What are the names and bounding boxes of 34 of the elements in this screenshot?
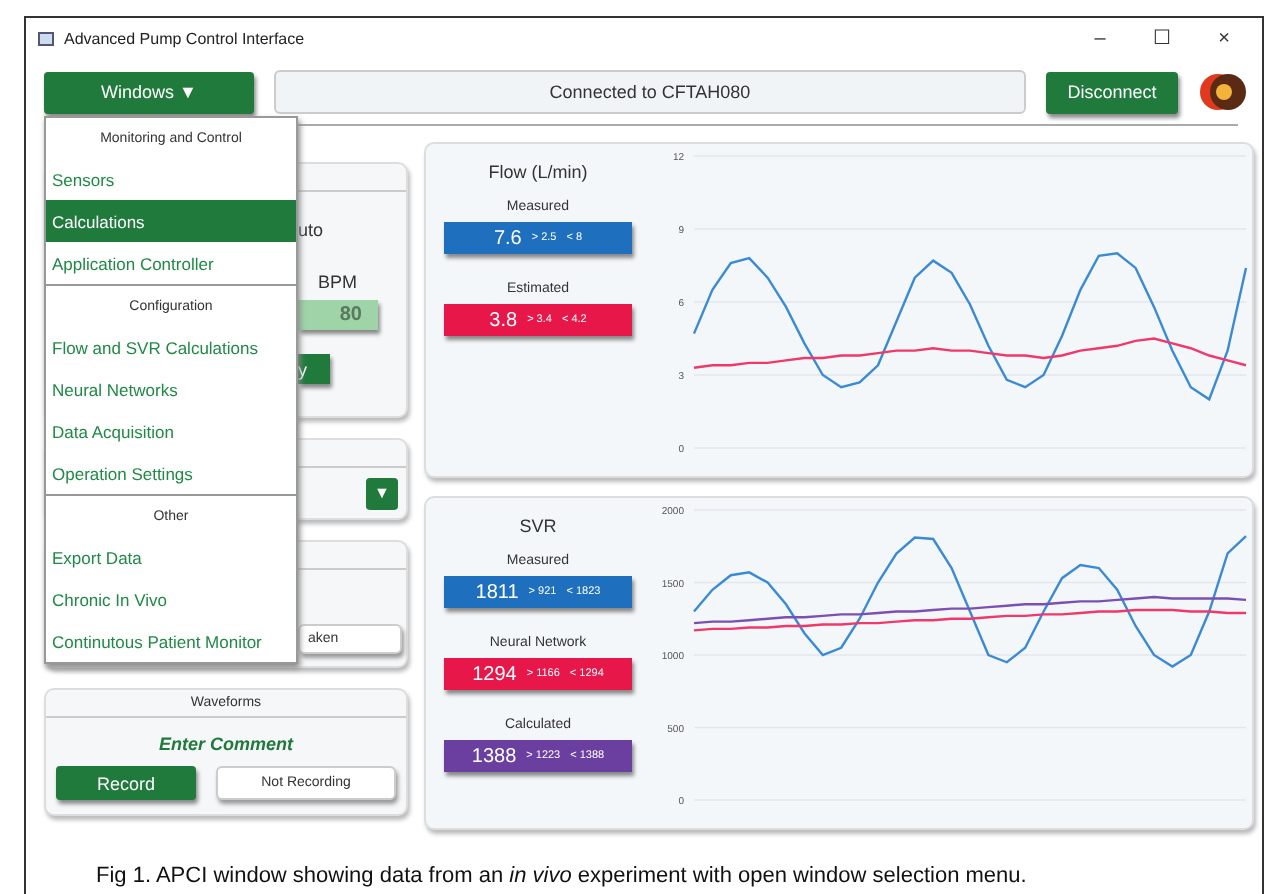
readout-value: 7.6: [493, 227, 522, 249]
comment-field[interactable]: Enter Comment: [158, 734, 293, 754]
menu-item[interactable]: Export Data: [46, 536, 296, 578]
dropdown-button[interactable]: ▼: [366, 477, 398, 509]
menu-item[interactable]: Flow and SVR Calculations: [46, 326, 296, 368]
readout-value: 1811: [475, 581, 519, 603]
figure-caption: Fig 1. APCI window showing data from an in vivo experiment with open window selection menu.: [96, 864, 1027, 888]
bpm-field[interactable]: 80: [298, 300, 378, 330]
windows-menu-button[interactable]: Windows ▼: [44, 71, 254, 113]
window-control[interactable]: ×: [1198, 27, 1250, 49]
apply-button[interactable]: y: [298, 354, 330, 384]
bpm-label: BPM: [318, 272, 360, 292]
logo-icon: [1198, 70, 1250, 114]
chart-title: Flow (L/min): [488, 162, 588, 182]
chart-title: SVR: [519, 516, 557, 536]
window-title: Advanced Pump Control Interface: [64, 29, 307, 47]
menu-item[interactable]: Data Acquisition: [46, 410, 296, 452]
menu-item[interactable]: Sensors: [46, 158, 296, 200]
menu-item[interactable]: Application Controller: [46, 242, 296, 284]
window-control[interactable]: ☐: [1136, 26, 1188, 50]
menu-item[interactable]: Neural Networks: [46, 368, 296, 410]
mode-text: uto: [298, 220, 326, 240]
menu-item[interactable]: Continutous Patient Monitor: [46, 620, 296, 662]
menu-item[interactable]: Operation Settings: [46, 452, 296, 494]
readout-value: 3.8: [489, 309, 518, 331]
window-control[interactable]: –: [1074, 27, 1126, 49]
record-button[interactable]: Record: [56, 766, 196, 800]
menu-item[interactable]: Chronic In Vivo: [46, 578, 296, 620]
readout-value: 1294: [472, 663, 517, 685]
readout-value: 1388: [471, 745, 517, 767]
connection-status-field: Connected to CFTAH080: [274, 70, 1026, 114]
app-icon: [38, 31, 54, 45]
disconnect-button[interactable]: Disconnect: [1046, 71, 1178, 113]
menu-item[interactable]: Calculations: [46, 200, 296, 242]
